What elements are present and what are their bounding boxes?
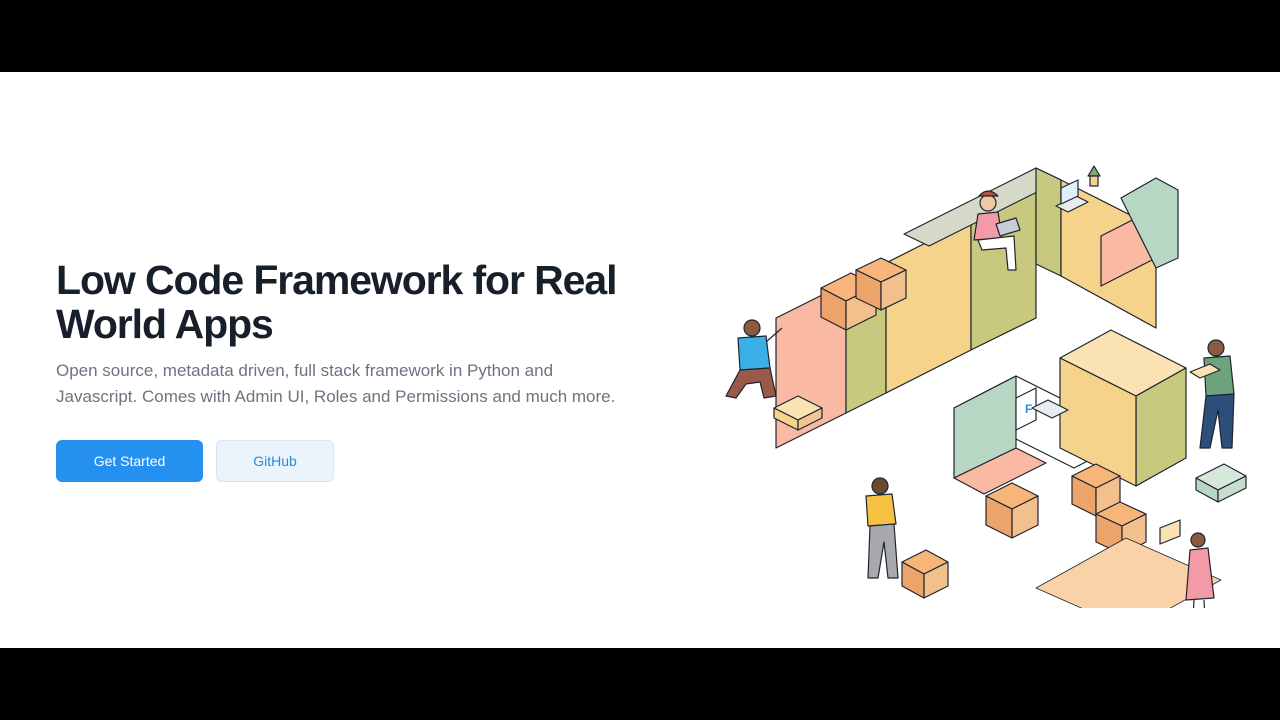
hero-section: Low Code Framework for Real World Apps O…	[0, 72, 1280, 648]
letterbox-bottom	[0, 648, 1280, 720]
letterbox-top	[0, 0, 1280, 72]
hero-title: Low Code Framework for Real World Apps	[56, 257, 617, 347]
cart-person-figure	[865, 477, 949, 599]
monitor-logo: F	[1025, 402, 1032, 416]
hero-text-block: Low Code Framework for Real World Apps O…	[56, 258, 656, 482]
hero-actions: Get Started GitHub	[56, 440, 656, 482]
painter-person-figure	[725, 319, 783, 399]
get-started-button[interactable]: Get Started	[56, 440, 203, 482]
github-button[interactable]: GitHub	[216, 440, 334, 482]
lower-office-block: F	[953, 329, 1187, 495]
floor-box-right	[1195, 463, 1247, 503]
hero-subtitle: Open source, metadata driven, full stack…	[56, 361, 616, 406]
warehouse-illustration: F	[725, 165, 1247, 608]
lower-boxes	[985, 463, 1222, 608]
standing-man-figure	[1189, 339, 1235, 449]
